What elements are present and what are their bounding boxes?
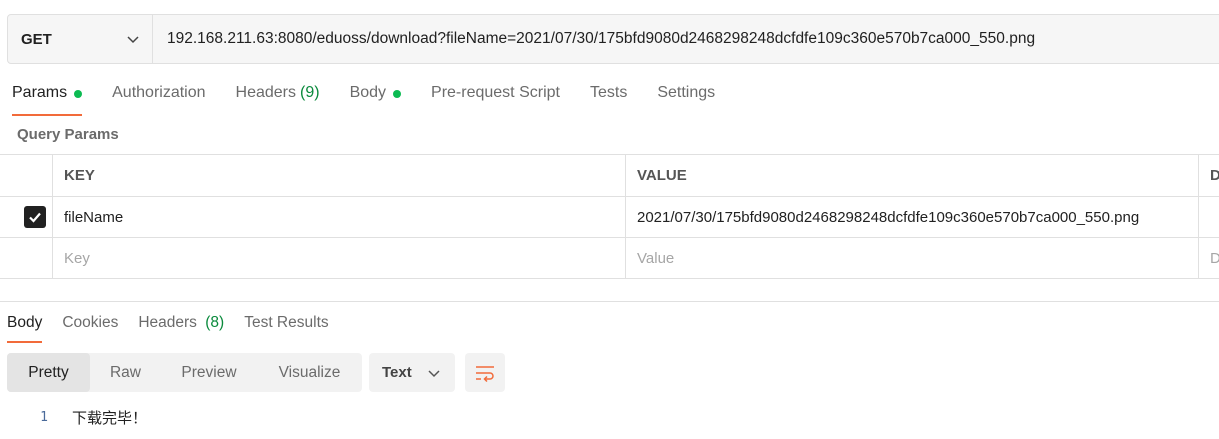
- view-preview-button[interactable]: Preview: [161, 353, 257, 392]
- tab-label: Authorization: [112, 84, 206, 101]
- tab-label: Settings: [657, 84, 716, 101]
- param-description-cell[interactable]: [1199, 197, 1219, 237]
- key-column-header: KEY: [53, 155, 626, 196]
- chevron-down-icon: [127, 36, 139, 44]
- tab-tests[interactable]: Tests: [590, 82, 627, 116]
- table-header-row: KEY VALUE D: [0, 155, 1219, 197]
- method-select[interactable]: GET: [8, 15, 153, 63]
- query-params-title: Query Params: [17, 126, 119, 143]
- status-dot-icon: [74, 90, 83, 98]
- tab-settings[interactable]: Settings: [657, 82, 715, 116]
- tab-body[interactable]: Body: [349, 82, 402, 116]
- tab-pre-request-script[interactable]: Pre-request Script: [431, 82, 560, 116]
- view-pretty-button[interactable]: Pretty: [7, 353, 90, 392]
- method-label: GET: [21, 30, 52, 48]
- response-tab-cookies[interactable]: Cookies: [62, 313, 118, 343]
- row-checkbox-cell: [0, 238, 53, 278]
- param-key-cell[interactable]: fileName: [53, 197, 626, 237]
- wrap-lines-icon: [476, 365, 494, 382]
- tab-label: Tests: [589, 84, 628, 101]
- tab-authorization[interactable]: Authorization: [112, 82, 205, 116]
- value-column-header: VALUE: [626, 155, 1199, 196]
- query-params-table: KEY VALUE D fileName 2021/07/30/175bfd90…: [0, 154, 1219, 279]
- checkmark-icon: [29, 212, 41, 223]
- response-tab-headers[interactable]: Headers (8): [138, 313, 224, 343]
- tab-params[interactable]: Params: [12, 82, 83, 116]
- format-select[interactable]: Text: [369, 353, 455, 392]
- tab-headers[interactable]: Headers (9): [236, 82, 320, 116]
- headers-count: (9): [300, 84, 320, 101]
- checkbox-column-header: [0, 155, 53, 196]
- format-label: Text: [382, 364, 412, 381]
- param-value-cell[interactable]: 2021/07/30/175bfd9080d2468298248dcfdfe10…: [626, 197, 1199, 237]
- new-value-input[interactable]: Value: [626, 238, 1199, 278]
- status-dot-icon: [393, 90, 402, 98]
- table-row: Key Value D: [0, 238, 1219, 279]
- response-tab-body[interactable]: Body: [7, 313, 43, 343]
- chevron-down-icon: [428, 369, 440, 377]
- url-input[interactable]: 192.168.211.63:8080/eduoss/download?file…: [153, 15, 1219, 63]
- view-raw-button[interactable]: Raw: [90, 353, 161, 392]
- response-body: 1 下载完毕！: [0, 405, 147, 429]
- response-tabs: Body Cookies Headers (8) Test Results: [7, 313, 349, 343]
- description-column-header: D: [1210, 167, 1219, 184]
- table-row: fileName 2021/07/30/175bfd9080d246829824…: [0, 197, 1219, 238]
- response-divider: [0, 301, 1219, 302]
- view-visualize-button[interactable]: Visualize: [257, 353, 362, 392]
- line-number: 1: [40, 409, 48, 425]
- request-bar: GET 192.168.211.63:8080/eduoss/download?…: [7, 14, 1219, 64]
- response-text: 下载完毕！: [72, 409, 148, 427]
- tab-label: Params: [12, 84, 68, 101]
- response-tab-test-results[interactable]: Test Results: [244, 313, 328, 343]
- param-enabled-checkbox[interactable]: [24, 206, 46, 228]
- tab-label: Pre-request Script: [431, 84, 560, 101]
- request-tabs: Params Authorization Headers (9) Body Pr…: [12, 82, 745, 116]
- tab-label: Body: [349, 84, 387, 101]
- row-checkbox-cell: [0, 197, 53, 237]
- headers-count: (8): [205, 314, 225, 331]
- wrap-lines-button[interactable]: [465, 353, 505, 392]
- tab-label: Headers: [138, 314, 197, 331]
- view-mode-group: Pretty Raw Preview Visualize: [7, 353, 362, 392]
- new-key-input[interactable]: Key: [53, 238, 626, 278]
- tab-label: Headers: [235, 84, 296, 101]
- new-description-input[interactable]: D: [1199, 238, 1219, 278]
